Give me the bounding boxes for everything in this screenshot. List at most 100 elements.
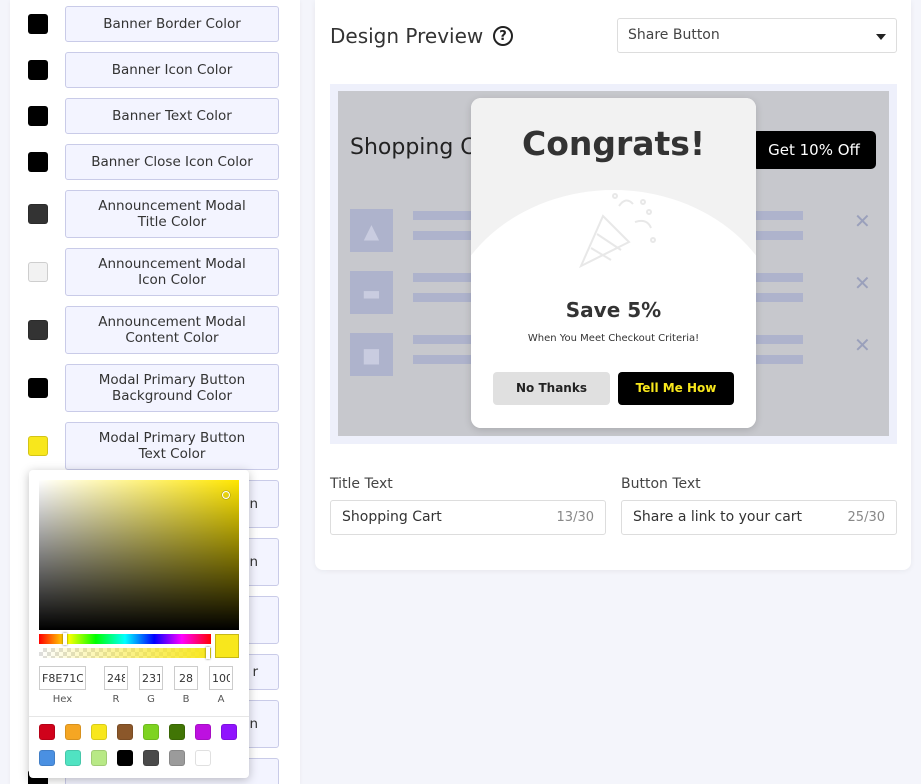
color-swatch[interactable]: [28, 262, 48, 282]
preset-color-swatch[interactable]: [143, 724, 159, 740]
color-swatch[interactable]: [28, 204, 48, 224]
button-label: Announcement Modal Icon Color: [98, 256, 246, 288]
r-input[interactable]: [104, 666, 128, 690]
b-input[interactable]: [174, 666, 198, 690]
preset-color-swatch[interactable]: [117, 750, 133, 766]
alpha-slider[interactable]: [39, 647, 211, 659]
announcement-modal: Congrats! Save 5% When You Meet Checkout…: [471, 98, 756, 428]
preset-color-swatch[interactable]: [221, 724, 237, 740]
g-field: G: [139, 666, 163, 705]
modal-title-color-button[interactable]: Announcement Modal Title Color: [65, 190, 279, 238]
banner-close-icon-color-button[interactable]: Banner Close Icon Color: [65, 144, 279, 180]
color-row: Announcement Modal Icon Color: [10, 248, 300, 296]
help-icon[interactable]: ?: [493, 26, 513, 46]
color-swatch[interactable]: [28, 320, 48, 340]
color-row: Modal Primary Button Background Color: [10, 364, 300, 412]
button-label: n: [249, 716, 258, 732]
button-label: Announcement Modal Title Color: [98, 198, 246, 230]
a-field: A: [209, 666, 233, 705]
preset-color-swatch[interactable]: [143, 750, 159, 766]
a-label: A: [217, 694, 225, 705]
preset-color-swatch[interactable]: [39, 750, 55, 766]
preset-color-swatch[interactable]: [91, 750, 107, 766]
banner-text-color-button[interactable]: Banner Text Color: [65, 98, 279, 134]
b-label: B: [182, 694, 190, 705]
modal-primary-text-color-button[interactable]: Modal Primary Button Text Color: [65, 422, 279, 470]
button-text-label: Button Text: [621, 476, 701, 492]
button-label: r: [252, 664, 258, 680]
lamp-icon: ▲: [350, 209, 393, 252]
preset-color-swatch[interactable]: [117, 724, 133, 740]
g-label: G: [147, 694, 155, 705]
button-label: Modal Primary Button Text Color: [98, 430, 246, 462]
modal-icon-color-button[interactable]: Announcement Modal Icon Color: [65, 248, 279, 296]
shirt-icon: ■: [350, 333, 393, 376]
color-row: Announcement Modal Title Color: [10, 190, 300, 238]
r-field: R: [104, 666, 128, 705]
color-swatch[interactable]: [28, 152, 48, 172]
preset-color-swatch[interactable]: [65, 750, 81, 766]
title-char-counter: 13/30: [556, 510, 594, 525]
color-swatch[interactable]: [28, 378, 48, 398]
chevron-down-icon: [876, 34, 886, 40]
alpha-handle[interactable]: [206, 647, 210, 659]
preset-color-swatch[interactable]: [169, 750, 185, 766]
modal-title: Congrats!: [521, 124, 705, 163]
title-text-input[interactable]: Shopping Cart 13/30: [330, 500, 606, 535]
hex-input[interactable]: [39, 666, 86, 690]
color-picker-popover: Hex R G B A: [29, 470, 249, 778]
color-swatch[interactable]: [28, 14, 48, 34]
hue-handle[interactable]: [63, 633, 67, 645]
button-label: Banner Icon Color: [111, 62, 233, 78]
close-icon: ✕: [854, 271, 871, 295]
banner-icon-color-button[interactable]: Banner Icon Color: [65, 52, 279, 88]
button-label: Banner Text Color: [112, 108, 232, 124]
saturation-handle[interactable]: [222, 491, 230, 499]
color-row: Banner Close Icon Color: [10, 144, 300, 180]
hex-field: Hex: [39, 666, 86, 705]
modal-save-text: Save 5%: [565, 298, 662, 322]
b-field: B: [174, 666, 198, 705]
r-label: R: [112, 694, 120, 705]
button-label: Banner Border Color: [103, 16, 241, 32]
preset-divider: [29, 716, 249, 717]
select-value: Share Button: [628, 27, 720, 43]
color-swatch[interactable]: [28, 436, 48, 456]
preview-type-select[interactable]: Share Button: [617, 18, 897, 53]
color-row: Banner Text Color: [10, 98, 300, 134]
banner-border-color-button[interactable]: Banner Border Color: [65, 6, 279, 42]
hue-slider[interactable]: [39, 633, 211, 645]
saturation-area[interactable]: [39, 480, 239, 630]
button-label: Banner Close Icon Color: [91, 154, 253, 170]
page-title: Design Preview: [330, 24, 484, 48]
no-thanks-button[interactable]: No Thanks: [493, 372, 610, 405]
button-char-counter: 25/30: [847, 510, 885, 525]
button-label: n: [249, 554, 258, 570]
preset-color-swatch[interactable]: [91, 724, 107, 740]
modal-content-color-button[interactable]: Announcement Modal Content Color: [65, 306, 279, 354]
color-swatch[interactable]: [28, 106, 48, 126]
button-text-input[interactable]: Share a link to your cart 25/30: [621, 500, 897, 535]
hat-icon: ▬: [350, 271, 393, 314]
color-row: Announcement Modal Content Color: [10, 306, 300, 354]
g-input[interactable]: [139, 666, 163, 690]
preset-color-swatch[interactable]: [195, 750, 211, 766]
color-row: Modal Primary Button Text Color: [10, 422, 300, 470]
preset-color-swatch[interactable]: [39, 724, 55, 740]
button-label: n: [249, 496, 258, 512]
preset-color-swatch[interactable]: [169, 724, 185, 740]
shop-title: Shopping C: [350, 135, 476, 160]
button-label: Announcement Modal Content Color: [98, 314, 246, 346]
hex-label: Hex: [52, 694, 73, 705]
preset-color-swatch[interactable]: [195, 724, 211, 740]
offer-button[interactable]: Get 10% Off: [752, 131, 876, 169]
color-swatch[interactable]: [28, 60, 48, 80]
modal-subtitle: When You Meet Checkout Criteria!: [527, 333, 700, 344]
title-text-value: Shopping Cart: [342, 509, 442, 525]
tell-me-how-button[interactable]: Tell Me How: [618, 372, 734, 405]
close-icon: ✕: [854, 209, 871, 233]
preset-color-swatch[interactable]: [65, 724, 81, 740]
a-input[interactable]: [209, 666, 233, 690]
party-popper-icon: [578, 193, 656, 269]
modal-primary-bg-color-button[interactable]: Modal Primary Button Background Color: [65, 364, 279, 412]
